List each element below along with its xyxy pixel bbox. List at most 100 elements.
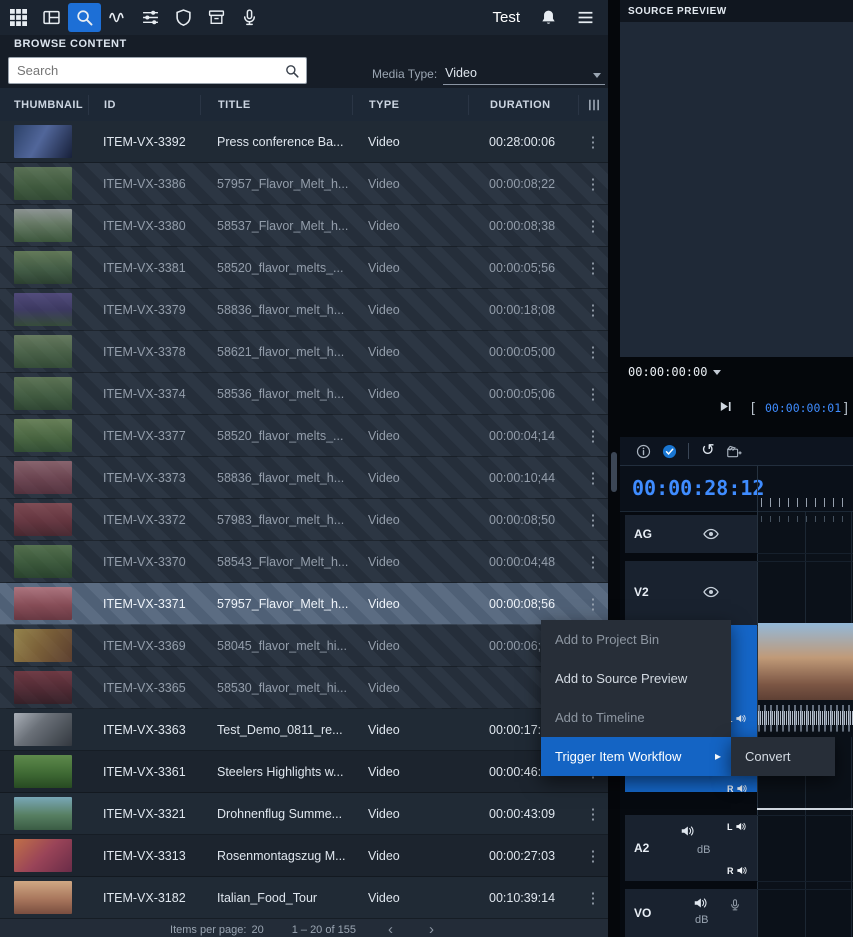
menu-item-trigger-item-workflow[interactable]: Trigger Item Workflow ▸ <box>541 737 731 776</box>
table-row[interactable]: ITEM-VX-3372 57983_flavor_melt_h... Vide… <box>0 499 608 541</box>
thumbnail-cell <box>0 797 88 830</box>
media-type-select[interactable]: Video <box>443 66 605 85</box>
notifications-bell-icon[interactable] <box>540 9 557 26</box>
track-header-vo[interactable]: VO dB <box>625 889 757 937</box>
item-id: ITEM-VX-3392 <box>88 135 200 149</box>
table-row[interactable]: ITEM-VX-3313 Rosenmontagszug M... Video … <box>0 835 608 877</box>
table-row[interactable]: ITEM-VX-3365 58530_flavor_melt_hi... Vid… <box>0 667 608 709</box>
table-row[interactable]: ITEM-VX-3361 Steelers Highlights w... Vi… <box>0 751 608 793</box>
video-clip-thumbnail[interactable] <box>758 623 853 700</box>
row-actions-menu-icon[interactable]: ⋮ <box>578 217 608 235</box>
table-row[interactable]: ITEM-VX-3363 Test_Demo_0811_re... Video … <box>0 709 608 751</box>
track-header-ag[interactable]: AG <box>625 515 757 553</box>
row-actions-menu-icon[interactable]: ⋮ <box>578 511 608 529</box>
submenu-arrow-icon: ▸ <box>715 737 721 776</box>
table-row[interactable]: ITEM-VX-3379 58836_flavor_melt_h... Vide… <box>0 289 608 331</box>
eye-icon[interactable] <box>703 526 719 542</box>
menu-item-add-to-timeline[interactable]: Add to Timeline <box>541 698 731 737</box>
search-input[interactable] <box>9 63 278 78</box>
row-actions-menu-icon[interactable]: ⋮ <box>578 301 608 319</box>
sliders-icon[interactable] <box>134 3 167 32</box>
table-row[interactable]: ITEM-VX-3369 58045_flavor_melt_hi... Vid… <box>0 625 608 667</box>
undo-icon[interactable]: ↺ <box>695 439 721 463</box>
db-label[interactable]: dB <box>697 844 710 856</box>
header-thumbnail[interactable]: THUMBNAIL <box>0 95 88 115</box>
next-page-icon[interactable]: › <box>425 924 438 937</box>
menu-item-add-to-source-preview[interactable]: Add to Source Preview <box>541 659 731 698</box>
row-actions-menu-icon[interactable]: ⋮ <box>578 595 608 613</box>
add-clip-icon[interactable] <box>721 439 747 463</box>
item-id: ITEM-VX-3313 <box>88 849 200 863</box>
header-id[interactable]: ID <box>88 95 200 115</box>
prev-page-icon[interactable]: ‹ <box>384 924 397 937</box>
row-actions-menu-icon[interactable]: ⋮ <box>578 175 608 193</box>
track-header-v2[interactable]: V2 <box>625 561 757 625</box>
table-row[interactable]: ITEM-VX-3374 58536_flavor_melt_h... Vide… <box>0 373 608 415</box>
search-icon[interactable] <box>68 3 101 32</box>
row-actions-menu-icon[interactable]: ⋮ <box>578 259 608 277</box>
items-per-page-select[interactable]: 20 <box>251 924 263 936</box>
mark-out-button[interactable]: ] <box>844 399 848 415</box>
audio-clip-waveform[interactable] <box>758 700 853 737</box>
apps-grid-icon[interactable] <box>2 3 35 32</box>
row-actions-menu-icon[interactable]: ⋮ <box>578 133 608 151</box>
right-channel-meter[interactable]: R <box>727 783 747 794</box>
menu-item-add-to-project-bin[interactable]: Add to Project Bin <box>541 620 731 659</box>
table-row[interactable]: ITEM-VX-3386 57957_Flavor_Melt_h... Vide… <box>0 163 608 205</box>
search-submit-icon[interactable] <box>278 64 306 78</box>
source-preview-header: SOURCE PREVIEW <box>620 0 853 22</box>
item-type: Video <box>352 891 468 905</box>
speaker-icon[interactable] <box>680 824 694 838</box>
table-row-selected[interactable]: ITEM-VX-3371 57957_Flavor_Melt_h... Vide… <box>0 583 608 625</box>
eye-icon[interactable] <box>703 584 719 600</box>
speaker-icon[interactable] <box>693 896 707 910</box>
column-picker-icon[interactable] <box>578 95 608 115</box>
hamburger-menu-icon[interactable] <box>577 9 594 26</box>
table-row[interactable]: ITEM-VX-3381 58520_flavor_melts_... Vide… <box>0 247 608 289</box>
info-icon[interactable] <box>630 439 656 463</box>
row-actions-menu-icon[interactable]: ⋮ <box>578 427 608 445</box>
library-icon[interactable] <box>35 3 68 32</box>
row-actions-menu-icon[interactable]: ⋮ <box>578 385 608 403</box>
chevron-down-icon <box>593 73 601 78</box>
header-duration[interactable]: DURATION <box>468 95 578 115</box>
header-title[interactable]: TITLE <box>200 95 352 115</box>
voiceover-mic-icon[interactable] <box>729 899 741 911</box>
check-circle-icon[interactable] <box>656 439 682 463</box>
mark-in-button[interactable]: [ <box>751 399 755 415</box>
table-row[interactable]: ITEM-VX-3373 58836_flavor_melt_h... Vide… <box>0 457 608 499</box>
table-row[interactable]: ITEM-VX-3182 Italian_Food_Tour Video 00:… <box>0 877 608 919</box>
row-actions-menu-icon[interactable]: ⋮ <box>578 805 608 823</box>
left-channel-meter[interactable]: L <box>727 821 746 832</box>
item-duration: 00:00:18;08 <box>468 303 578 317</box>
skip-to-end-icon[interactable] <box>718 399 733 414</box>
table-row[interactable]: ITEM-VX-3370 58543_Flavor_Melt_h... Vide… <box>0 541 608 583</box>
row-actions-menu-icon[interactable]: ⋮ <box>578 889 608 907</box>
row-actions-menu-icon[interactable]: ⋮ <box>578 847 608 865</box>
preview-timecode-select[interactable]: 00:00:00:00 <box>628 365 721 379</box>
timeline-ruler[interactable] <box>761 498 849 507</box>
table-row[interactable]: ITEM-VX-3392 Press conference Ba... Vide… <box>0 121 608 163</box>
table-row[interactable]: ITEM-VX-3377 58520_flavor_melts_... Vide… <box>0 415 608 457</box>
db-label[interactable]: dB <box>695 914 708 926</box>
row-actions-menu-icon[interactable]: ⋮ <box>578 553 608 571</box>
video-preview-area[interactable] <box>620 22 853 357</box>
timeline-position-timecode[interactable]: 00:00:28:12 <box>632 476 764 500</box>
table-row[interactable]: ITEM-VX-3321 Drohnenflug Summe... Video … <box>0 793 608 835</box>
table-row[interactable]: ITEM-VX-3378 58621_flavor_melt_h... Vide… <box>0 331 608 373</box>
header-type[interactable]: TYPE <box>352 95 468 115</box>
row-actions-menu-icon[interactable]: ⋮ <box>578 343 608 361</box>
item-id: ITEM-VX-3378 <box>88 345 200 359</box>
microphone-icon[interactable] <box>233 3 266 32</box>
archive-icon[interactable] <box>200 3 233 32</box>
waveform-icon[interactable] <box>101 3 134 32</box>
thumbnail-cell <box>0 167 88 200</box>
row-actions-menu-icon[interactable]: ⋮ <box>578 469 608 487</box>
submenu-item-convert[interactable]: Convert <box>731 737 835 776</box>
right-channel-meter[interactable]: R <box>727 865 747 876</box>
track-header-a2[interactable]: A2 dB L R <box>625 815 757 881</box>
table-row[interactable]: ITEM-VX-3380 58537_Flavor_Melt_h... Vide… <box>0 205 608 247</box>
shield-icon[interactable] <box>167 3 200 32</box>
scrollbar-thumb[interactable] <box>611 452 617 492</box>
vertical-scrollbar[interactable] <box>608 0 620 937</box>
